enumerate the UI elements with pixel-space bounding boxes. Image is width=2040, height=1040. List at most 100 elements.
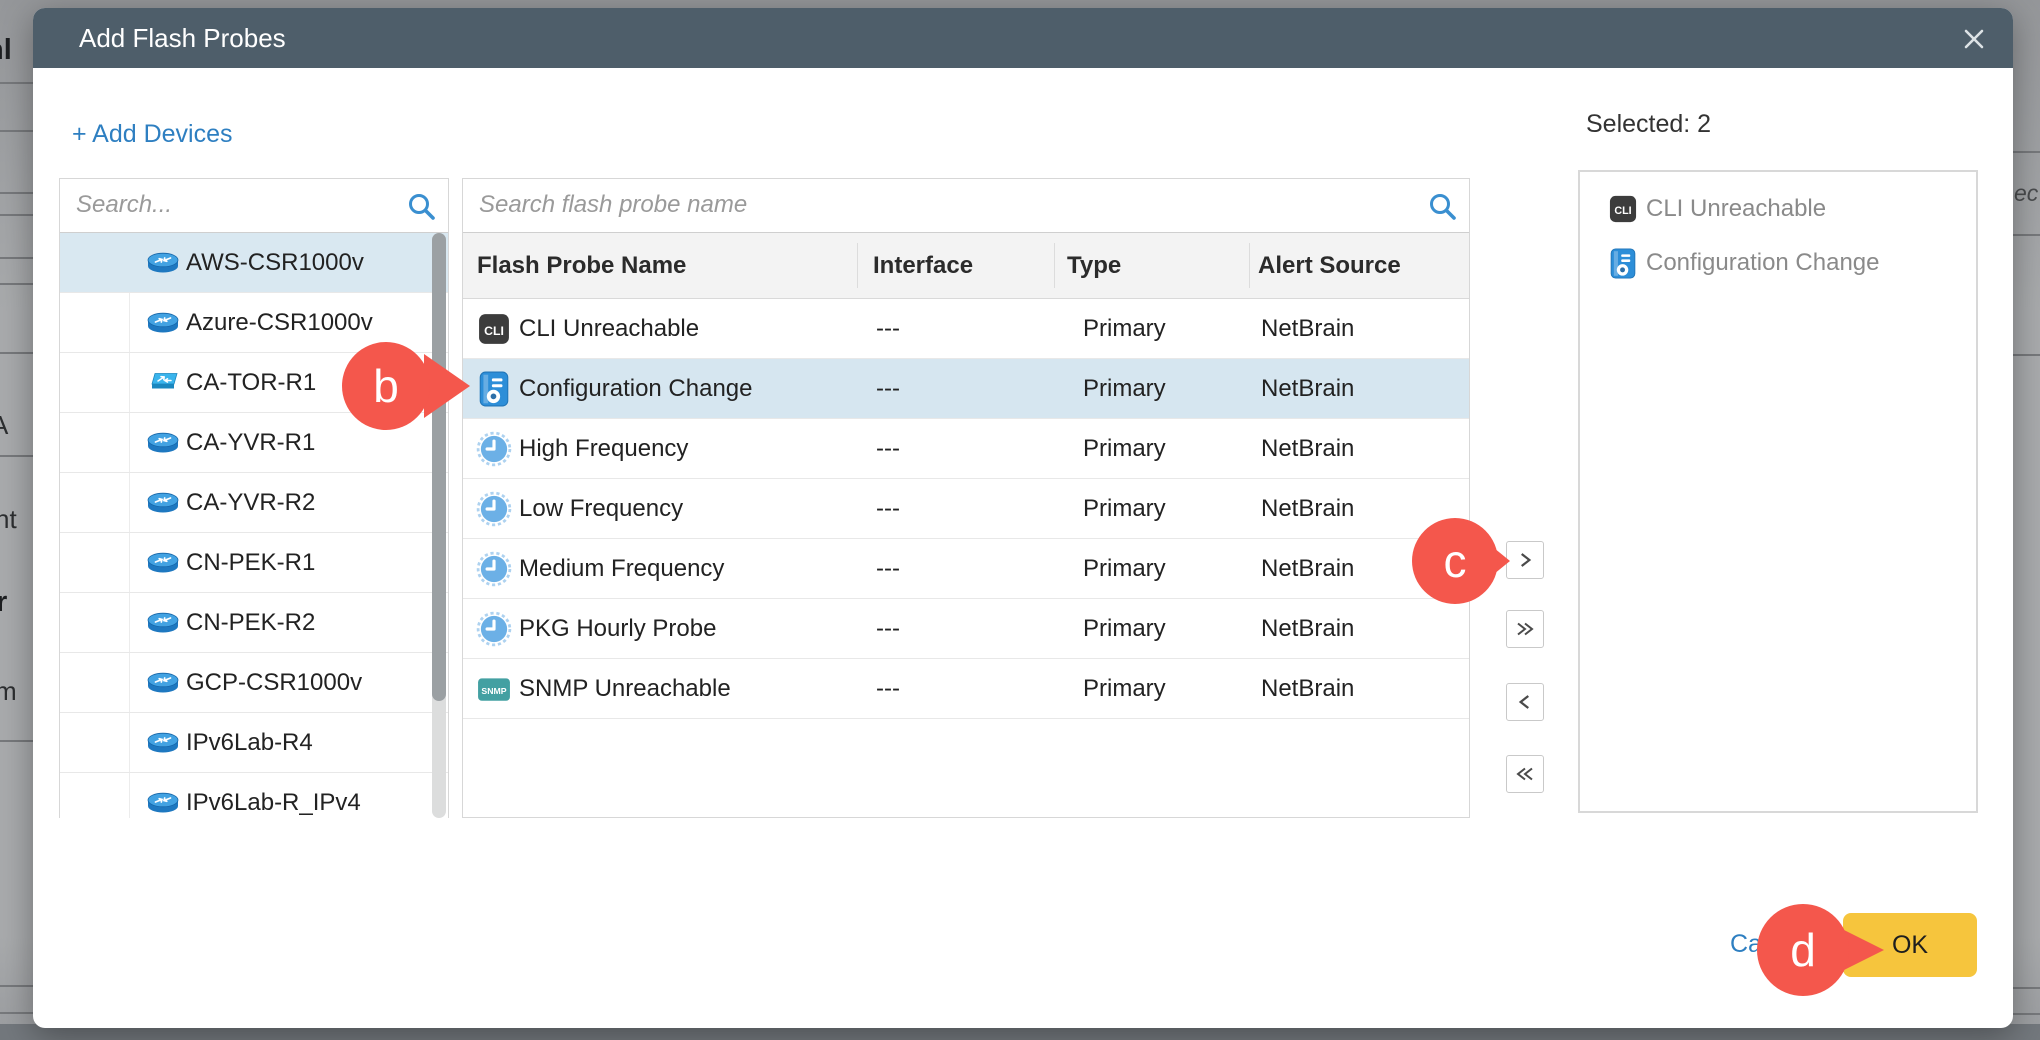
probe-row[interactable]: PKG Hourly Probe --- Primary NetBrain — [463, 599, 1469, 659]
device-row[interactable]: IPv6Lab-R4 — [60, 713, 448, 773]
probe-name: CLI Unreachable — [519, 315, 699, 343]
probe-interface: --- — [876, 495, 900, 523]
screenshot-root: nl A nt r m ec Add Flash Probes — [0, 0, 2040, 1040]
dialog-header: Add Flash Probes — [33, 8, 2013, 68]
probe-interface: --- — [876, 615, 900, 643]
add-devices-link[interactable]: + Add Devices — [72, 120, 233, 149]
selected-item[interactable]: CLI Unreachable — [1580, 182, 1976, 236]
move-right-button[interactable] — [1506, 541, 1544, 579]
router-icon — [146, 610, 180, 636]
column-header-name: Flash Probe Name — [477, 233, 686, 299]
probe-alert-source: NetBrain — [1261, 555, 1354, 583]
probe-row[interactable]: High Frequency --- Primary NetBrain — [463, 419, 1469, 479]
router-icon — [146, 310, 180, 336]
device-list-panel: AWS-CSR1000v Azure-CSR1000v CA-TOR-R1 CA… — [59, 178, 449, 818]
router-icon — [146, 730, 180, 756]
probe-alert-source: NetBrain — [1261, 435, 1354, 463]
probe-name: Configuration Change — [519, 375, 753, 403]
probe-row-selected[interactable]: Configuration Change --- Primary NetBrai… — [463, 359, 1469, 419]
column-header-type: Type — [1067, 233, 1121, 299]
probe-type: Primary — [1083, 555, 1166, 583]
device-name: CN-PEK-R2 — [186, 609, 315, 637]
bg-line — [2013, 1013, 2040, 1015]
device-search-input[interactable] — [60, 179, 392, 231]
device-name: CA-YVR-R1 — [186, 429, 315, 457]
probe-type: Primary — [1083, 495, 1166, 523]
device-name: IPv6Lab-R_IPv4 — [186, 789, 361, 817]
scrollbar-thumb[interactable] — [432, 233, 446, 701]
move-all-right-button[interactable] — [1506, 610, 1544, 648]
cli-badge-icon — [1608, 193, 1638, 225]
device-row[interactable]: CN-PEK-R2 — [60, 593, 448, 653]
bg-text-fragment: m — [0, 676, 17, 707]
probe-search-input[interactable] — [463, 179, 1413, 231]
config-change-icon — [1608, 247, 1638, 279]
probe-row[interactable]: SNMP Unreachable --- Primary NetBrain — [463, 659, 1469, 719]
device-search — [60, 179, 448, 233]
cli-badge-icon — [475, 310, 513, 348]
device-name: AWS-CSR1000v — [186, 249, 364, 277]
column-header-interface: Interface — [873, 233, 973, 299]
probe-type: Primary — [1083, 375, 1166, 403]
probe-interface: --- — [876, 315, 900, 343]
probe-search — [463, 179, 1469, 233]
router-icon — [146, 670, 180, 696]
probe-name: Medium Frequency — [519, 555, 724, 583]
move-all-left-button[interactable] — [1506, 755, 1544, 793]
probe-type: Primary — [1083, 315, 1166, 343]
bg-line — [0, 1012, 33, 1014]
snmp-badge-icon — [475, 670, 513, 708]
probe-alert-source: NetBrain — [1261, 315, 1354, 343]
probe-alert-source: NetBrain — [1261, 615, 1354, 643]
device-name: IPv6Lab-R4 — [186, 729, 313, 757]
annotation-c-letter: c — [1444, 534, 1467, 588]
router-icon — [146, 250, 180, 276]
config-change-icon — [475, 370, 513, 408]
move-left-button[interactable] — [1506, 683, 1544, 721]
router-icon — [146, 790, 180, 816]
selected-item[interactable]: Configuration Change — [1580, 236, 1976, 290]
probe-row[interactable]: CLI Unreachable --- Primary NetBrain — [463, 299, 1469, 359]
probe-alert-source: NetBrain — [1261, 375, 1354, 403]
annotation-d: d — [1757, 904, 1849, 996]
device-row[interactable]: CA-YVR-R2 — [60, 473, 448, 533]
clock-icon — [475, 490, 513, 528]
selected-item-label: CLI Unreachable — [1646, 195, 1826, 223]
probe-type: Primary — [1083, 675, 1166, 703]
bg-line — [0, 455, 33, 457]
selected-count: Selected: 2 — [1586, 110, 1711, 139]
bg-text-fragment: ec — [2014, 180, 2038, 207]
close-icon[interactable] — [1959, 24, 1989, 54]
bg-line — [2013, 354, 2040, 356]
device-row[interactable]: IPv6Lab-R_IPv4 — [60, 773, 448, 818]
bg-text-fragment: A — [0, 410, 8, 441]
probe-table-panel: Flash Probe Name Interface Type Alert So… — [462, 178, 1470, 818]
annotation-b-arrow — [424, 354, 470, 418]
bg-line — [0, 352, 33, 354]
device-name: CN-PEK-R1 — [186, 549, 315, 577]
probe-name: SNMP Unreachable — [519, 675, 731, 703]
bg-line — [2013, 987, 2040, 989]
bg-text-fragment: r — [0, 586, 7, 619]
clock-icon — [475, 550, 513, 588]
scrollbar[interactable] — [432, 233, 446, 818]
device-name: GCP-CSR1000v — [186, 669, 362, 697]
device-row[interactable]: CN-PEK-R1 — [60, 533, 448, 593]
table-body: CLI Unreachable --- Primary NetBrain Con… — [463, 299, 1469, 719]
annotation-b-letter: b — [373, 359, 399, 413]
device-row[interactable]: AWS-CSR1000v — [60, 233, 448, 293]
selected-item-label: Configuration Change — [1646, 249, 1880, 277]
bg-line — [0, 283, 33, 285]
probe-row[interactable]: Low Frequency --- Primary NetBrain — [463, 479, 1469, 539]
column-separator — [1249, 243, 1250, 288]
clock-icon — [475, 610, 513, 648]
probe-row[interactable]: Medium Frequency --- Primary NetBrain — [463, 539, 1469, 599]
annotation-b: b — [342, 342, 430, 430]
device-name: Azure-CSR1000v — [186, 309, 373, 337]
bg-line — [0, 130, 33, 132]
search-icon — [1427, 191, 1457, 221]
probe-alert-source: NetBrain — [1261, 495, 1354, 523]
device-row[interactable]: GCP-CSR1000v — [60, 653, 448, 713]
bg-line — [2013, 151, 2040, 153]
device-list: AWS-CSR1000v Azure-CSR1000v CA-TOR-R1 CA… — [60, 233, 448, 818]
